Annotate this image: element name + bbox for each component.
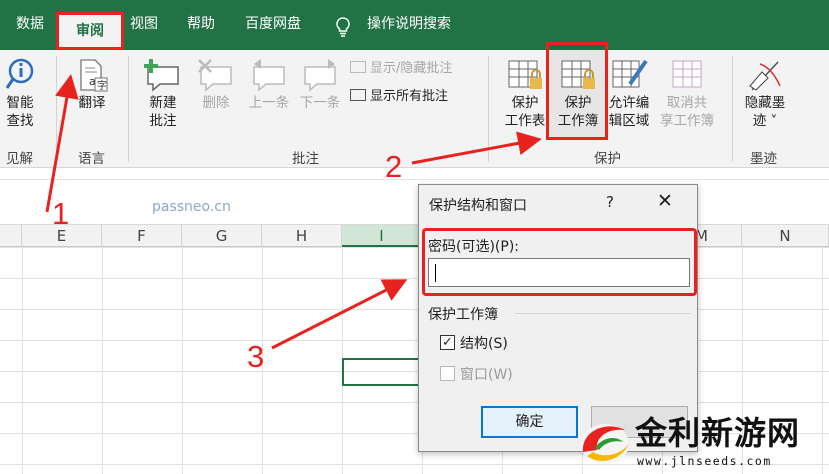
logo-text: 金利新游网: [635, 414, 801, 452]
annotation-arrows: [45, 74, 542, 350]
site-logo: 金利新游网 www.jlnseeds.com: [575, 406, 829, 474]
arrow-3: [271, 279, 408, 350]
arrow-2: [411, 131, 542, 165]
step-number-1: 1: [52, 196, 70, 231]
logo-url: www.jlnseeds.com: [637, 454, 772, 468]
arrow-1: [45, 74, 79, 213]
logo-icon: [581, 424, 629, 464]
step-number-2: 2: [385, 149, 403, 184]
step-number-3: 3: [247, 339, 265, 374]
